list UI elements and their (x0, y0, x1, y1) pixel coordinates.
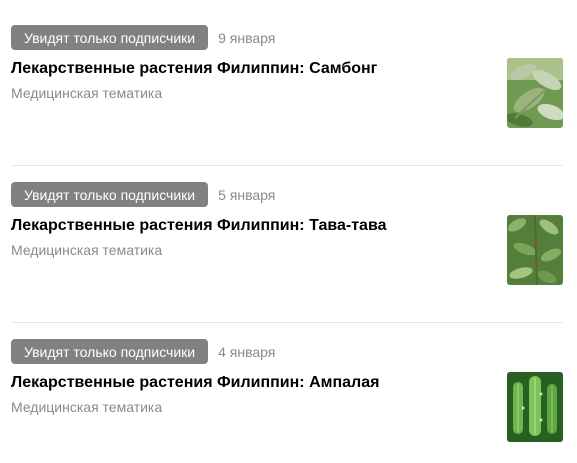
post-thumbnail[interactable] (507, 372, 563, 442)
post-title[interactable]: Лекарственные растения Филиппин: Самбонг (11, 59, 563, 79)
subscribers-only-badge: Увидят только подписчики (11, 339, 209, 364)
post-title[interactable]: Лекарственные растения Филиппин: Ампалая (11, 373, 563, 393)
post-category: Медицинская тематика (11, 399, 163, 415)
post-card[interactable]: Увидят только подписчики 5 января Лекарс… (11, 165, 563, 306)
post-title[interactable]: Лекарственные растения Филиппин: Тава-та… (11, 216, 563, 236)
post-thumbnail[interactable] (507, 215, 563, 285)
post-date: 5 января (218, 186, 276, 203)
post-category: Медицинская тематика (11, 242, 163, 258)
subscribers-only-badge: Увидят только подписчики (11, 25, 209, 50)
post-meta: Увидят только подписчики 5 января (11, 182, 563, 207)
subscribers-only-badge: Увидят только подписчики (11, 182, 209, 207)
sambong-leaves-photo (507, 58, 563, 128)
post-date: 4 января (218, 343, 276, 360)
post-meta: Увидят только подписчики 9 января (11, 25, 563, 50)
post-date: 9 января (218, 29, 276, 46)
post-category: Медицинская тематика (11, 85, 163, 101)
post-feed: Увидят только подписчики 9 января Лекарс… (11, 25, 563, 463)
post-thumbnail[interactable] (507, 58, 563, 128)
post-card[interactable]: Увидят только подписчики 9 января Лекарс… (11, 25, 563, 149)
post-meta: Увидят только подписчики 4 января (11, 339, 563, 364)
ampalaya-vine-photo (507, 372, 563, 442)
post-card[interactable]: Увидят только подписчики 4 января Лекарс… (11, 322, 563, 463)
tawa-tawa-plant-photo (507, 215, 563, 285)
